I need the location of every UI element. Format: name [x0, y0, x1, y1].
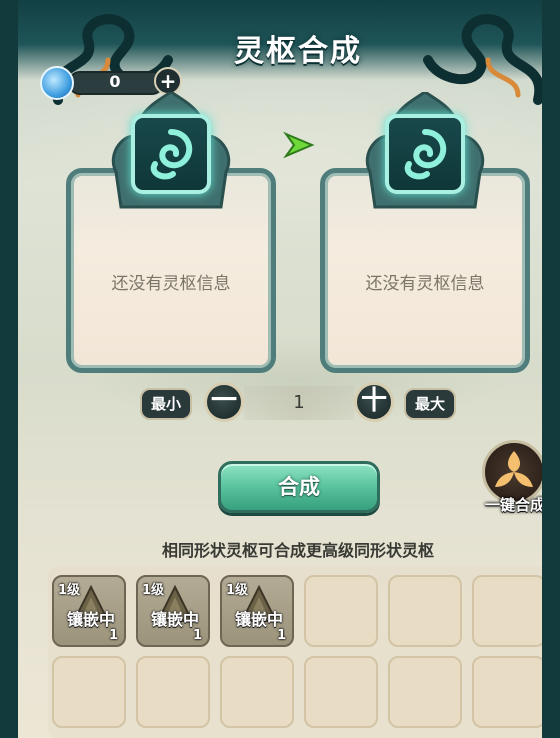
empty-inventory-slot[interactable] — [472, 575, 542, 647]
empty-inventory-slot[interactable] — [136, 656, 210, 728]
empty-inventory-slot[interactable] — [472, 656, 542, 728]
arrow-right-icon — [283, 131, 315, 159]
decrease-button[interactable]: 一 — [204, 382, 244, 422]
item-count: 1 — [108, 628, 118, 643]
inventory-slot[interactable]: 1级 镶嵌中 1 — [220, 575, 294, 647]
inventory-slot[interactable]: 1级 镶嵌中 1 — [136, 575, 210, 647]
empty-inventory-slot[interactable] — [388, 575, 462, 647]
add-currency-button[interactable]: + — [154, 67, 182, 95]
spirit-orb-icon — [40, 66, 74, 100]
item-level: 1级 — [58, 583, 81, 598]
source-empty-text: 还没有灵枢信息 — [111, 274, 231, 294]
increase-button[interactable]: 十 — [354, 382, 394, 422]
flame-swirl-icon — [495, 451, 533, 487]
result-empty-text: 还没有灵枢信息 — [365, 274, 485, 294]
rune-inventory-grid: 1级 镶嵌中 1 1级 镶嵌中 1 1级 镶嵌中 1 — [48, 566, 542, 738]
rune-icon — [131, 114, 211, 194]
swirl-rune-icon — [404, 129, 447, 180]
synthesize-button[interactable]: 合成 — [218, 461, 380, 513]
empty-inventory-slot[interactable] — [388, 656, 462, 728]
item-count: 1 — [276, 628, 286, 643]
currency-value: 0 — [109, 72, 121, 91]
rune-icon — [385, 114, 465, 194]
item-status: 镶嵌中 — [234, 610, 283, 629]
synthesis-panel: 灵枢合成 0 + 还没有灵枢信息 还没有灵枢信息 最小 一 1 十 最大 合成 … — [0, 0, 560, 738]
synthesize-label: 合成 — [278, 475, 320, 499]
empty-inventory-slot[interactable] — [304, 575, 378, 647]
one-click-label: 一键合成 — [484, 496, 545, 514]
item-level: 1级 — [226, 583, 249, 598]
swirl-rune-icon — [150, 129, 193, 180]
item-level: 1级 — [142, 583, 165, 598]
source-rune-slot[interactable] — [106, 92, 236, 212]
item-count: 1 — [192, 628, 202, 643]
item-status: 镶嵌中 — [150, 610, 199, 629]
quantity-controls: 最小 一 1 十 最大 — [18, 380, 542, 426]
synthesis-hint: 相同形状灵枢可合成更高级同形状灵枢 — [161, 541, 434, 560]
item-status: 镶嵌中 — [66, 610, 115, 629]
min-button[interactable]: 最小 — [140, 388, 192, 420]
page-title: 灵枢合成 — [234, 34, 362, 69]
quantity-value[interactable]: 1 — [244, 386, 354, 420]
result-rune-slot — [360, 92, 490, 212]
empty-inventory-slot[interactable] — [220, 656, 294, 728]
max-button[interactable]: 最大 — [404, 388, 456, 420]
one-click-synthesize-button[interactable]: 一键合成 — [476, 440, 545, 520]
empty-inventory-slot[interactable] — [52, 656, 126, 728]
inventory-slot[interactable]: 1级 镶嵌中 1 — [52, 575, 126, 647]
empty-inventory-slot[interactable] — [304, 656, 378, 728]
